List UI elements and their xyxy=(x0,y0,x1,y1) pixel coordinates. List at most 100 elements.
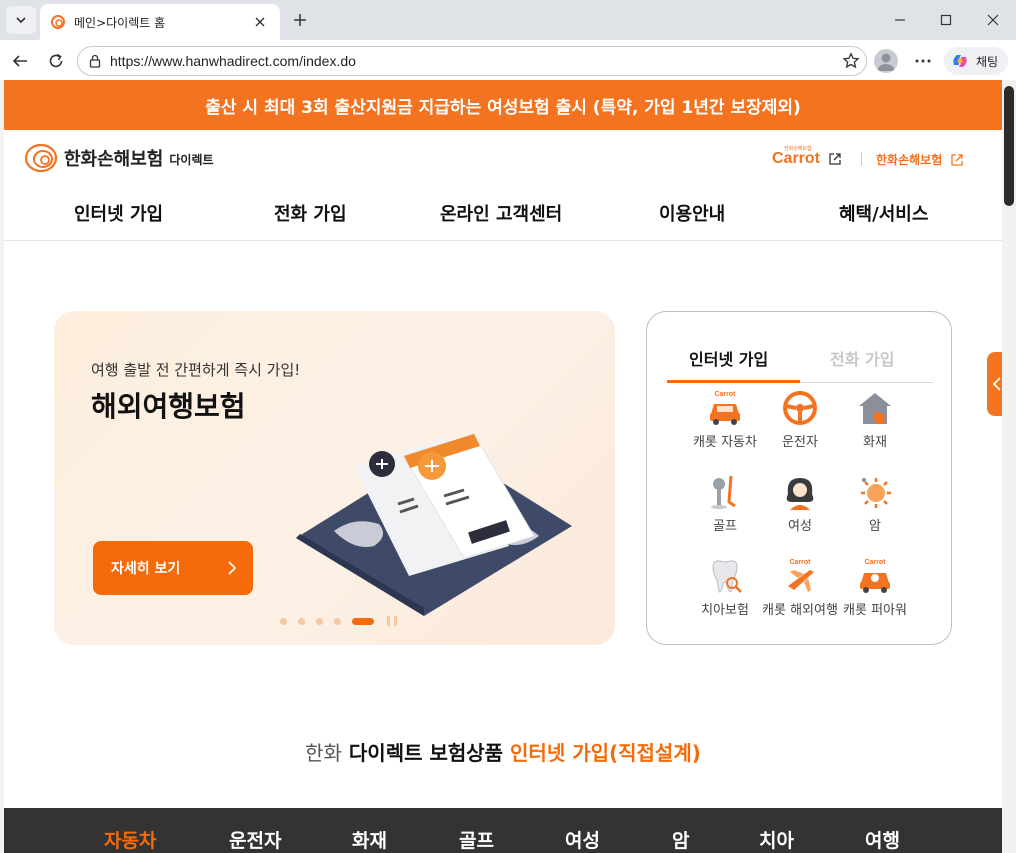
hero-detail-button[interactable]: 자세히 보기 xyxy=(93,541,253,595)
back-button[interactable] xyxy=(7,48,33,74)
address-bar[interactable]: https://www.hanwhadirect.com/index.do xyxy=(77,46,867,76)
hanwha-logo-icon xyxy=(24,143,58,173)
quick-join-panel: 인터넷 가입 전화 가입 Carrot 캐롯 자동차 운전자 화재 골프 여성 … xyxy=(646,311,952,645)
hero-detail-button-label: 자세히 보기 xyxy=(111,561,181,577)
tab-list-button[interactable] xyxy=(6,6,36,34)
steering-wheel-icon xyxy=(783,391,817,425)
product-section-title: 한화 다이렉트 보험상품 인터넷 가입(직접설계) xyxy=(4,737,1002,766)
close-icon xyxy=(987,14,999,26)
browser-tab-active[interactable]: 메인>다이렉트 홈 xyxy=(40,4,280,40)
chevron-right-icon xyxy=(228,561,237,575)
slide-dot-4[interactable] xyxy=(334,617,341,625)
site-logo[interactable]: 한화손해보험 다이렉트 xyxy=(24,141,214,175)
plus-icon xyxy=(294,14,306,26)
product-tab-woman[interactable]: 여성 xyxy=(565,826,600,853)
promo-banner-text: 출산 시 최대 3회 출산지원금 지급하는 여성보험 출시 (특약, 가입 1년… xyxy=(205,97,801,118)
chevron-down-icon xyxy=(16,17,26,24)
product-tab-golf[interactable]: 골프 xyxy=(459,826,494,853)
hanwha-favicon-icon xyxy=(51,15,65,29)
chevron-left-icon xyxy=(992,377,1001,391)
slide-dot-3[interactable] xyxy=(316,617,323,625)
site-header: 한화손해보험 다이렉트 한화손해보험 Carrot 한화손해보험 인터넷 가입 … xyxy=(4,130,1002,241)
quick-item-cancer[interactable]: 암 xyxy=(837,472,913,535)
product-tab-travel[interactable]: 여행 xyxy=(865,826,900,853)
house-fire-icon xyxy=(859,393,891,424)
arrow-left-icon xyxy=(12,55,27,67)
cancer-cell-icon xyxy=(861,478,891,508)
reload-button[interactable] xyxy=(43,48,69,74)
quick-item-label: 골프 xyxy=(713,519,737,534)
quick-item-carrot-car[interactable]: Carrot 캐롯 자동차 xyxy=(687,388,763,451)
quick-item-fire[interactable]: 화재 xyxy=(837,388,913,451)
quick-item-carrot-travel[interactable]: Carrot 캐롯 해외여행 xyxy=(762,556,838,619)
slide-dot-2[interactable] xyxy=(298,617,305,625)
window-close-button[interactable] xyxy=(981,8,1005,32)
product-tab-dental[interactable]: 치아 xyxy=(759,826,794,853)
quick-item-label: 암 xyxy=(869,519,881,534)
tab-title: 메인>다이렉트 홈 xyxy=(74,15,166,30)
svg-text:Carrot: Carrot xyxy=(714,391,736,398)
logo-text: 한화손해보험 xyxy=(64,149,164,170)
more-dots-icon xyxy=(915,59,931,63)
scrollbar-thumb[interactable] xyxy=(1004,86,1014,206)
travel-ticket-illustration xyxy=(296,433,572,616)
new-tab-button[interactable] xyxy=(288,8,312,32)
gnb-usage-guide[interactable]: 이용안내 xyxy=(659,200,725,226)
pause-icon[interactable] xyxy=(387,616,397,626)
minimize-button[interactable] xyxy=(888,8,912,32)
carrot-per-hour-icon: Carrot xyxy=(860,559,890,593)
carrot-car-icon: Carrot xyxy=(710,391,740,425)
quick-item-label: 화재 xyxy=(863,435,887,450)
section-title-part3: 인터넷 가입(직접설계) xyxy=(510,741,701,765)
gnb-phone-join[interactable]: 전화 가입 xyxy=(274,200,347,226)
carrot-small-caption: 한화손해보험 xyxy=(784,146,812,152)
gnb-internet-join[interactable]: 인터넷 가입 xyxy=(74,200,163,226)
copilot-chat-button[interactable]: 채팅 xyxy=(944,47,1008,75)
quick-item-dental[interactable]: 치아보험 xyxy=(687,556,763,619)
browser-tabbar: 메인>다이렉트 홈 xyxy=(0,0,1016,40)
carrot-link-text: Carrot xyxy=(772,150,821,167)
product-tab-cancer[interactable]: 암 xyxy=(672,826,689,853)
tab-phone-join[interactable]: 전화 가입 xyxy=(830,346,894,370)
favorite-button[interactable] xyxy=(836,52,866,70)
gnb-online-customer-center[interactable]: 온라인 고객센터 xyxy=(440,200,562,226)
minimize-icon xyxy=(895,19,905,21)
star-icon xyxy=(842,52,860,69)
tab-internet-join[interactable]: 인터넷 가입 xyxy=(689,346,768,370)
gnb-benefits-services[interactable]: 혜택/서비스 xyxy=(839,200,928,226)
quick-item-label: 캐롯 퍼아워 xyxy=(843,603,907,618)
quick-item-label: 운전자 xyxy=(782,435,818,450)
promo-banner[interactable]: 출산 시 최대 3회 출산지원금 지급하는 여성보험 출시 (특약, 가입 1년… xyxy=(4,80,1002,130)
hero-title: 해외여행보험 xyxy=(91,390,246,423)
site-info-icon[interactable] xyxy=(88,54,102,68)
copilot-icon xyxy=(953,55,967,67)
page-scrollbar[interactable] xyxy=(1002,80,1016,853)
product-tab-fire[interactable]: 화재 xyxy=(352,826,387,853)
section-title-part2: 다이렉트 보험상품 xyxy=(348,741,504,765)
url-text[interactable]: https://www.hanwhadirect.com/index.do xyxy=(110,53,836,69)
svg-text:Carrot: Carrot xyxy=(864,559,886,566)
more-menu-button[interactable] xyxy=(910,48,936,74)
page-viewport: 출산 시 최대 3회 출산지원금 지급하는 여성보험 출시 (특약, 가입 1년… xyxy=(4,80,1002,853)
quick-item-carrot-per-hour[interactable]: Carrot 캐롯 퍼아워 xyxy=(837,556,913,619)
quick-item-label: 캐롯 해외여행 xyxy=(762,603,838,618)
slide-dot-1[interactable] xyxy=(280,617,287,625)
quick-item-golf[interactable]: 골프 xyxy=(687,472,763,535)
tab-close-button[interactable] xyxy=(250,12,270,32)
slide-dot-5-active[interactable] xyxy=(352,617,374,625)
profile-avatar[interactable] xyxy=(874,49,898,73)
side-quick-menu-toggle[interactable] xyxy=(987,352,1002,416)
hero-banner[interactable]: 여행 출발 전 간편하게 즉시 가입! 해외여행보험 자세히 보기 xyxy=(54,311,615,645)
product-tab-driver[interactable]: 운전자 xyxy=(229,826,281,853)
hanwha-insurance-link[interactable]: 한화손해보험 xyxy=(876,151,964,168)
product-tab-car[interactable]: 자동차 xyxy=(104,826,156,853)
logo-subtext: 다이렉트 xyxy=(169,153,214,167)
quick-item-driver[interactable]: 운전자 xyxy=(762,388,838,451)
maximize-button[interactable] xyxy=(934,8,958,32)
copilot-label: 채팅 xyxy=(976,54,999,69)
quick-item-woman[interactable]: 여성 xyxy=(762,472,838,535)
carrot-link[interactable]: 한화손해보험 Carrot xyxy=(772,146,842,168)
quick-item-label: 치아보험 xyxy=(701,603,749,618)
tooth-icon xyxy=(712,560,742,593)
woman-icon xyxy=(786,478,814,510)
